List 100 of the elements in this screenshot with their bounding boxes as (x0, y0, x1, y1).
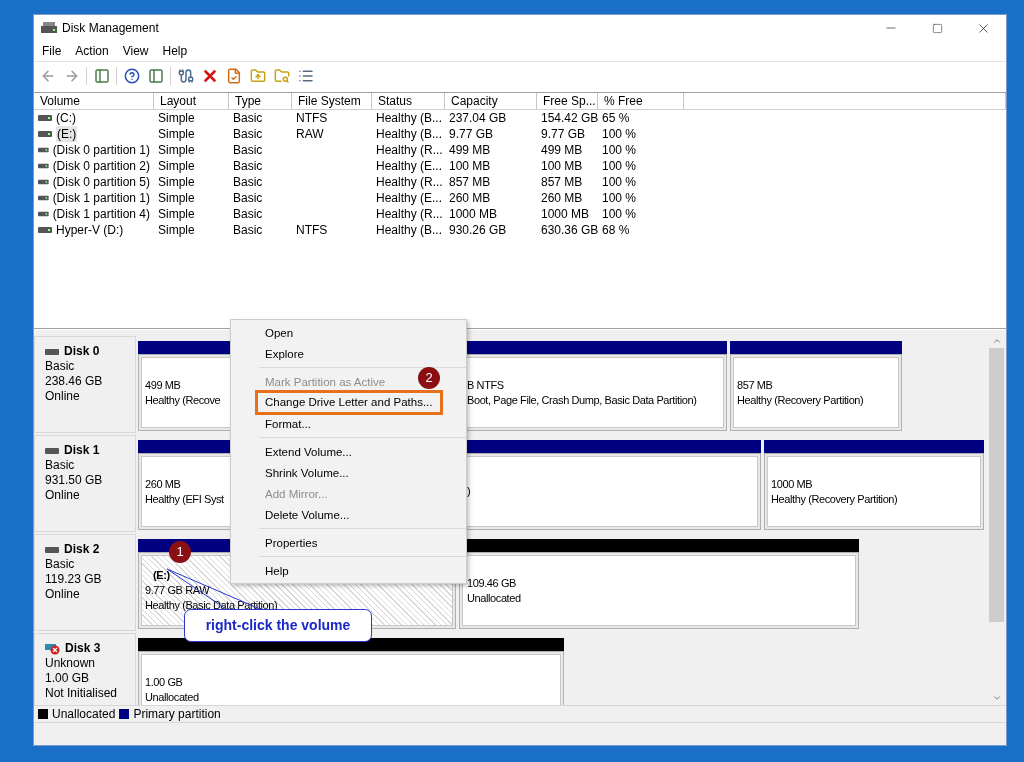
table-cell: (Disk 1 partition 4) (52, 206, 150, 222)
panel-icon (147, 67, 164, 84)
table-row[interactable]: (E:) Simple Basic RAW Healthy (B... 9.77 GB 9.77 GB 100 % (34, 126, 1006, 142)
menu-item[interactable]: Help (155, 42, 195, 60)
partition-box[interactable]: 1000 MB Healthy (Recovery Partition) (764, 453, 984, 530)
table-cell: Hyper-V (D:) (56, 222, 124, 238)
disk-info: 931.50 GB (45, 473, 104, 488)
scroll-up-icon (991, 336, 1002, 346)
disk-label-panel[interactable]: Disk 0 Basic 238.46 GB Online (34, 336, 136, 433)
partition-info: B NTFS (467, 377, 504, 393)
table-row[interactable]: (Disk 1 partition 1) Simple Basic Healthy (E... 260 MB 260 MB 100 % (34, 190, 1006, 206)
table-cell: Simple (158, 126, 195, 142)
table-cell: 260 MB (541, 190, 583, 206)
disk-info: 1.00 GB (45, 671, 91, 686)
table-cell: 100 % (602, 174, 637, 190)
column-header[interactable]: Volume (34, 93, 154, 109)
table-cell: 630.36 GB (541, 222, 599, 238)
panel-icon (93, 67, 110, 84)
column-header[interactable]: Type (229, 93, 292, 109)
partition-info: 499 MB (145, 377, 181, 393)
cable-icon (177, 67, 194, 84)
drive-icon (38, 115, 52, 121)
disk-info: 238.46 GB (45, 374, 104, 389)
table-row[interactable]: Hyper-V (D:) Simple Basic NTFS Healthy (B... 930.26 GB 630.36 GB 68 % (34, 222, 1006, 238)
disk-name: Disk 0 (64, 344, 100, 359)
table-cell: Simple (158, 158, 195, 174)
table-row[interactable]: (Disk 1 partition 4) Simple Basic Healthy (R... 1000 MB 1000 MB 100 % (34, 206, 1006, 222)
menu-item[interactable]: Properties (255, 532, 328, 553)
disk-info: Basic (45, 557, 76, 572)
disk-label-panel[interactable]: Disk 3 Unknown 1.00 GB Not Initialised (34, 633, 136, 705)
table-cell: 100 % (602, 206, 637, 222)
column-header[interactable]: % Free (598, 93, 684, 109)
table-row[interactable]: (Disk 0 partition 2) Simple Basic Healthy (E... 100 MB 100 MB 100 % (34, 158, 1006, 174)
partition-info: ) (467, 484, 471, 499)
drive-icon (38, 211, 49, 217)
table-cell: 100 % (602, 142, 637, 158)
table-cell: NTFS (296, 110, 328, 126)
column-header[interactable]: Free Sp... (537, 93, 598, 109)
table-cell: RAW (296, 126, 324, 142)
document-check-icon (225, 67, 242, 84)
disk-name: Disk 2 (64, 542, 100, 557)
menu-item[interactable]: Open (255, 322, 304, 343)
partition-info: Unallocated (467, 590, 521, 606)
partition-box[interactable]: 109.46 GB Unallocated (459, 552, 859, 629)
menu-item[interactable]: Delete Volume... (255, 504, 360, 525)
window-title: Disk Management (62, 20, 159, 37)
menu-item[interactable]: View (115, 42, 156, 60)
menu-item[interactable]: Change Drive Letter and Paths... (255, 390, 443, 415)
table-cell: Healthy (B... (376, 126, 443, 142)
partition-info: Boot, Page File, Crash Dump, Basic Data Partition) (467, 392, 697, 408)
partition-info: 857 MB (737, 377, 773, 393)
table-cell: (C:) (56, 110, 76, 126)
table-cell: Basic (233, 222, 263, 238)
disk-info: Unknown (45, 656, 97, 671)
partition-box[interactable]: 1.00 GB Unallocated (138, 651, 564, 705)
table-cell: 260 MB (449, 190, 491, 206)
table-cell: 499 MB (541, 142, 583, 158)
menu-item[interactable]: Format... (255, 413, 321, 434)
column-header[interactable]: File System (292, 93, 372, 109)
menu-item[interactable]: Help (255, 560, 299, 581)
table-cell: Basic (233, 142, 263, 158)
column-header[interactable]: Layout (154, 93, 229, 109)
drive-icon (38, 179, 49, 185)
table-cell: 9.77 GB (541, 126, 586, 142)
menu-item[interactable]: Shrink Volume... (255, 462, 359, 483)
partition-info: 1000 MB (771, 476, 813, 492)
column-header[interactable]: Capacity (445, 93, 537, 109)
disk-label-panel[interactable]: Disk 2 Basic 119.23 GB Online (34, 534, 136, 631)
table-row[interactable]: (Disk 0 partition 1) Simple Basic Healthy (R... 499 MB 499 MB 100 % (34, 142, 1006, 158)
scrollbar-thumb[interactable] (989, 348, 1004, 622)
scroll-down-icon (991, 693, 1002, 703)
table-cell: 857 MB (449, 174, 491, 190)
disk-label-panel[interactable]: Disk 1 Basic 931.50 GB Online (34, 435, 136, 532)
table-row[interactable]: (Disk 0 partition 5) Simple Basic Healthy (R... 857 MB 857 MB 100 % (34, 174, 1006, 190)
table-cell: Healthy (B... (376, 222, 443, 238)
table-cell: Basic (233, 206, 263, 222)
menu-item[interactable]: Action (68, 42, 116, 60)
table-cell: 100 % (602, 126, 637, 142)
partition-info: Healthy (EFI Syst (145, 491, 224, 507)
column-header[interactable]: Status (372, 93, 445, 109)
partition-box[interactable]: 857 MB Healthy (Recovery Partition) (730, 354, 902, 431)
disk-info: Online (45, 488, 81, 503)
table-cell: Basic (233, 110, 263, 126)
table-cell: Healthy (B... (376, 110, 443, 126)
partition-info: Healthy (Recovery Partition) (737, 392, 864, 408)
table-cell: NTFS (296, 222, 328, 238)
table-cell: 68 % (602, 222, 630, 238)
table-cell: (Disk 0 partition 5) (52, 174, 150, 190)
table-cell: 237.04 GB (449, 110, 507, 126)
help-icon (123, 67, 140, 84)
disk-info: Basic (45, 458, 76, 473)
partition-info: 1.00 GB (145, 674, 183, 690)
menu-item[interactable]: File (35, 42, 69, 60)
table-row[interactable]: (C:) Simple Basic NTFS Healthy (B... 237.04 GB 154.42 GB 65 % (34, 110, 1006, 126)
partition-info: Healthy (Recove (145, 392, 221, 408)
table-cell: Basic (233, 126, 263, 142)
disk-name: Disk 3 (65, 641, 101, 656)
legend-label: Unallocated (52, 706, 116, 723)
table-cell: Healthy (E... (376, 158, 443, 174)
table-cell: Simple (158, 110, 195, 126)
